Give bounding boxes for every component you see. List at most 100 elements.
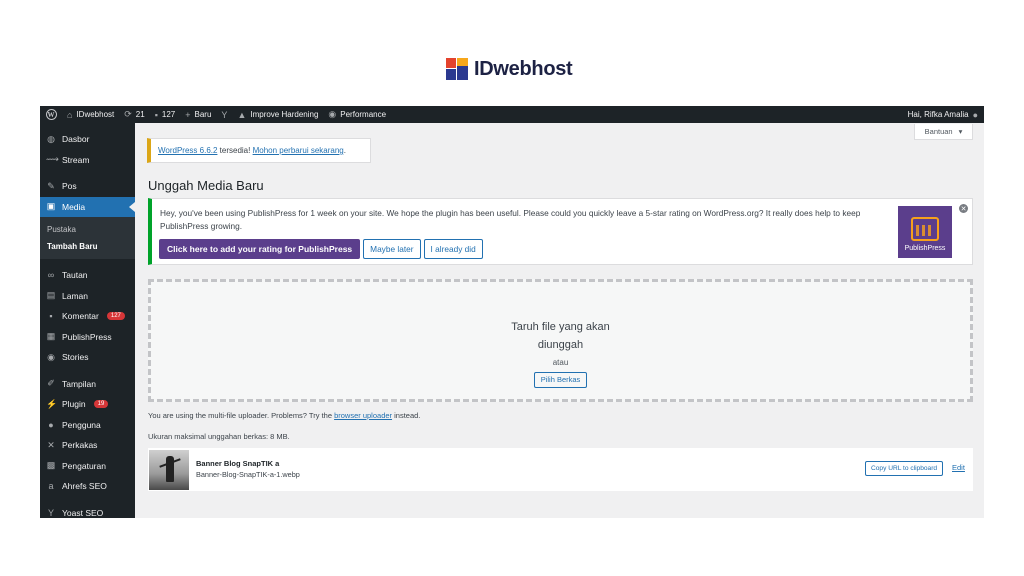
page-icon: ▤ xyxy=(46,290,56,301)
plugin-icon: ⚡ xyxy=(46,398,58,409)
performance-menu[interactable]: ◉ Performance xyxy=(323,106,391,123)
submenu-item-tambah-baru[interactable]: Tambah Baru xyxy=(40,238,135,255)
yoast-icon: Y xyxy=(221,109,228,120)
update-nag-end: . xyxy=(343,146,346,155)
sidebar-item-pengguna[interactable]: ● Pengguna xyxy=(40,415,135,436)
ahrefs-icon: a xyxy=(48,481,54,492)
sidebar-item-tampilan[interactable]: ✐ Tampilan xyxy=(40,374,135,395)
sidebar-item-label: Dasbor xyxy=(62,134,90,145)
user-greeting: Hai, Rifka Amalia xyxy=(907,110,969,119)
sidebar-item-stream[interactable]: ⟿ Stream xyxy=(40,150,135,171)
account-menu[interactable]: Hai, Rifka Amalia ● xyxy=(903,106,984,123)
max-upload-size: Ukuran maksimal unggahan berkas: 8 MB. xyxy=(148,432,290,441)
sidebar-item-label: Media xyxy=(62,201,86,212)
add-rating-button[interactable]: Click here to add your rating for Publis… xyxy=(159,239,361,259)
sidebar-item-label: Perkakas xyxy=(62,440,98,451)
sidebar-item-label: Pengguna xyxy=(62,419,101,430)
copy-url-button[interactable]: Copy URL to clipboard xyxy=(865,461,944,476)
sidebar-item-ahrefs-seo[interactable]: a Ahrefs SEO xyxy=(40,476,135,497)
maybe-later-button[interactable]: Maybe later xyxy=(363,239,421,259)
wp-logo-menu[interactable]: W xyxy=(40,106,62,123)
upload-dropzone[interactable]: Taruh file yang akan diunggah atau Pilih… xyxy=(148,279,973,402)
comment-icon: ▪ xyxy=(154,109,158,120)
refresh-icon: ⟳ xyxy=(124,109,132,119)
site-name-menu[interactable]: ⌂ IDwebhost xyxy=(62,106,119,123)
new-content-menu[interactable]: + Baru xyxy=(180,106,216,123)
sidebar-item-label: Pos xyxy=(62,181,77,192)
sidebar-item-tautan[interactable]: ∞ Tautan xyxy=(40,265,135,286)
sidebar-item-label: Yoast SEO xyxy=(62,507,104,518)
select-files-button[interactable]: Pilih Berkas xyxy=(533,372,588,388)
stories-icon: ◉ xyxy=(47,351,55,362)
comment-icon: ▪ xyxy=(49,311,53,322)
users-icon: ● xyxy=(48,419,54,430)
comments-menu[interactable]: ▪ 127 xyxy=(150,106,181,123)
sidebar-item-pengaturan[interactable]: ▩ Pengaturan xyxy=(40,456,135,477)
sidebar-item-perkakas[interactable]: ✕ Perkakas xyxy=(40,435,135,456)
sidebar-item-media[interactable]: ▣ Media xyxy=(40,196,135,217)
help-tab-button[interactable]: Bantuan ▾ xyxy=(914,124,973,140)
help-tab-label: Bantuan xyxy=(924,127,953,136)
brand-logo: IDwebhost xyxy=(446,57,573,80)
sidebar-item-plugin[interactable]: ⚡ Plugin 19 xyxy=(40,394,135,415)
wordpress-version-link[interactable]: WordPress 6.6.2 xyxy=(158,146,217,155)
admin-sidebar: ◍ Dasbor ⟿ Stream ✎ Pos ▣ Media Pustaka … xyxy=(40,123,135,518)
sidebar-item-label: Stream xyxy=(62,154,90,165)
sidebar-item-stories[interactable]: ◉ Stories xyxy=(40,347,135,368)
updates-count: 21 xyxy=(135,110,145,119)
screenshot-stage: IDwebhost W ⌂ IDwebhost ⟳ 21 ▪ 127 + Bar… xyxy=(0,0,1024,576)
rating-notice: Hey, you've been using PublishPress for … xyxy=(148,198,973,265)
comments-count: 127 xyxy=(161,110,176,119)
sidebar-item-label: Ahrefs SEO xyxy=(62,481,107,492)
yoast-menu[interactable]: Y xyxy=(216,106,232,123)
sidebar-item-laman[interactable]: ▤ Laman xyxy=(40,286,135,307)
link-icon: ∞ xyxy=(47,270,55,281)
sidebar-item-yoast-seo[interactable]: Y Yoast SEO xyxy=(40,503,135,519)
updates-menu[interactable]: ⟳ 21 xyxy=(119,106,149,123)
sidebar-item-label: Stories xyxy=(62,352,89,363)
performance-label: Performance xyxy=(340,110,387,119)
publishpress-logo-text: PublishPress xyxy=(904,245,946,252)
sidebar-item-label: Pengaturan xyxy=(62,460,106,471)
improve-hardening-menu[interactable]: ▲ Improve Hardening xyxy=(232,106,323,123)
browser-uploader-link[interactable]: browser uploader xyxy=(334,411,392,420)
warning-icon: ▲ xyxy=(237,109,247,120)
notice-buttons: Click here to add your rating for Publis… xyxy=(159,239,483,259)
edit-media-link[interactable]: Edit xyxy=(952,463,965,472)
yoast-icon: Y xyxy=(47,507,54,518)
update-now-link[interactable]: Mohon perbarui sekarang xyxy=(253,146,344,155)
sidebar-item-komentar[interactable]: ▪ Komentar 127 xyxy=(40,306,135,327)
home-icon: ⌂ xyxy=(67,109,73,120)
new-label: Baru xyxy=(194,110,212,119)
submenu-item-pustaka[interactable]: Pustaka xyxy=(40,221,135,238)
admin-bar: W ⌂ IDwebhost ⟳ 21 ▪ 127 + Baru Y ▲ Impr… xyxy=(40,106,984,123)
media-icon: ▣ xyxy=(46,201,56,212)
uploader-info-prefix: You are using the multi-file uploader. P… xyxy=(148,411,335,420)
chevron-down-icon: ▾ xyxy=(958,127,963,136)
brand-name: IDwebhost xyxy=(474,57,573,80)
pin-icon: ✎ xyxy=(47,180,55,191)
settings-icon: ▩ xyxy=(46,460,56,471)
already-did-button[interactable]: I already did xyxy=(423,239,483,259)
dropzone-or: atau xyxy=(552,358,569,367)
sidebar-item-label: Laman xyxy=(62,290,88,301)
calendar-icon: ▦ xyxy=(46,331,56,342)
media-title: Banner Blog SnapTIK a xyxy=(196,459,280,468)
page-title: Unggah Media Baru xyxy=(148,178,264,193)
stream-icon: ⟿ xyxy=(46,154,59,165)
wordpress-icon: W xyxy=(45,109,57,120)
dismiss-icon[interactable]: ✕ xyxy=(959,204,968,213)
brush-icon: ✐ xyxy=(47,378,55,389)
dropzone-title-line1: Taruh file yang akan xyxy=(511,321,610,333)
uploader-info-suffix: instead. xyxy=(392,411,421,420)
sidebar-item-pos[interactable]: ✎ Pos xyxy=(40,176,135,197)
wordpress-window: W ⌂ IDwebhost ⟳ 21 ▪ 127 + Baru Y ▲ Impr… xyxy=(40,106,984,518)
uploaded-media-item: Banner Blog SnapTIK a Banner-Blog-SnapTI… xyxy=(148,447,973,491)
sidebar-item-dasbor[interactable]: ◍ Dasbor xyxy=(40,129,135,150)
plugin-badge: 19 xyxy=(93,400,109,409)
sidebar-item-label: Tautan xyxy=(62,270,88,281)
harden-label: Improve Hardening xyxy=(250,110,319,119)
sidebar-item-publishpress[interactable]: ▦ PublishPress xyxy=(40,327,135,348)
main-content: Bantuan ▾ WordPress 6.6.2 tersedia! Moho… xyxy=(135,123,984,518)
plus-icon: + xyxy=(185,109,191,120)
